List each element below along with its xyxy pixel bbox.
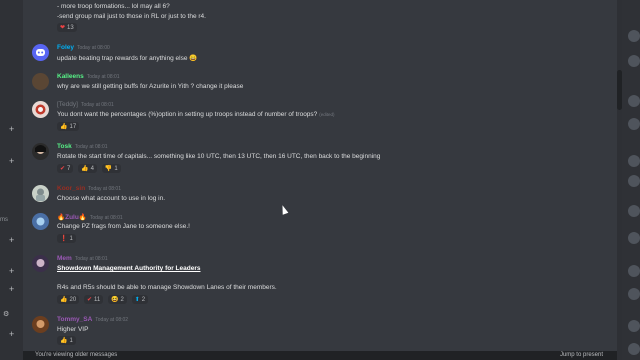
avatar-image — [36, 217, 45, 226]
thumbs-up-icon: 👍 — [60, 297, 68, 303]
reactions: 👍 1 — [57, 336, 79, 345]
member-avatar[interactable] — [628, 95, 640, 107]
reactions: ❗ 1 — [57, 234, 79, 243]
add-icon[interactable]: + — [9, 285, 14, 294]
member-avatar[interactable] — [628, 288, 640, 300]
reaction-chip[interactable]: 👍 20 — [57, 295, 80, 304]
message-text: Higher VIP — [57, 326, 89, 333]
member-avatar[interactable] — [628, 175, 640, 187]
message-text: -send group mail just to those in RL or … — [57, 13, 206, 20]
member-avatar[interactable] — [628, 232, 640, 244]
avatar[interactable] — [32, 143, 49, 160]
timestamp: Today at 08:01 — [74, 144, 108, 150]
reaction-chip[interactable]: ❗ 1 — [57, 234, 76, 243]
member-avatar[interactable] — [628, 205, 640, 217]
avatar-image — [35, 104, 46, 115]
member-avatar[interactable] — [628, 265, 640, 277]
avatar[interactable] — [32, 185, 49, 202]
add-icon[interactable]: + — [9, 267, 14, 276]
jump-to-present-button[interactable]: Jump to present — [560, 352, 603, 358]
username[interactable]: Kalleens — [57, 73, 84, 80]
username[interactable]: Tosk — [57, 143, 72, 150]
avatar[interactable] — [32, 101, 49, 118]
reaction-chip[interactable]: 😆 2 — [108, 295, 127, 304]
username[interactable]: Tommy_SA — [57, 316, 92, 323]
thumbs-up-icon: 👍 — [60, 124, 68, 130]
add-icon[interactable]: + — [9, 125, 14, 134]
server-sidebar: + + ms + + + ⚙ + — [0, 0, 23, 360]
timestamp: Today at 08:01 — [88, 186, 121, 192]
avatar-image — [36, 320, 45, 328]
avatar-image — [36, 188, 45, 201]
reactions: 👍 20 ✔ 11 😆 2 ⬆ 2 — [57, 295, 151, 304]
up-arrow-icon: ⬆ — [134, 297, 140, 303]
reaction-chip[interactable]: ✔ 7 — [57, 164, 74, 173]
timestamp: Today at 08:01 — [74, 256, 108, 262]
check-icon: ✔ — [86, 297, 93, 303]
reaction-chip[interactable]: 👍 17 — [57, 122, 80, 131]
avatar-image — [35, 145, 46, 154]
avatar[interactable] — [32, 213, 49, 230]
exclamation-icon: ❗ — [60, 236, 68, 242]
timestamp: Today at 08:00 — [76, 45, 110, 51]
message-text: Rotate the start time of capitals... som… — [57, 153, 381, 160]
older-messages-bar: You're viewing older messages Jump to pr… — [23, 351, 617, 360]
timestamp: Today at 08:02 — [95, 317, 129, 323]
edited-label: (edited) — [319, 112, 335, 117]
discord-logo-icon — [36, 49, 45, 56]
message-heading: Showdown Management Authority for Leader… — [57, 265, 201, 272]
reactions: ✔ 7 👍 4 👎 1 — [57, 164, 124, 173]
heart-icon: ❤ — [60, 25, 66, 31]
message-text: Change PZ frags from Jane to someone els… — [57, 223, 190, 230]
message-text: update beating trap rewards for anything… — [57, 55, 198, 62]
reaction-chip[interactable]: ⬆ 2 — [131, 295, 149, 304]
reaction-chip[interactable]: 👎 1 — [101, 164, 121, 173]
thumbs-up-icon: 👍 — [81, 166, 89, 172]
member-list — [622, 0, 640, 360]
add-icon[interactable]: + — [9, 236, 14, 245]
message-text: Choose what account to use in log in. — [57, 195, 166, 202]
reactions: 👍 17 — [57, 122, 82, 131]
username[interactable]: [Teddy] — [57, 101, 78, 108]
member-avatar[interactable] — [628, 320, 640, 332]
member-avatar[interactable] — [628, 155, 640, 167]
message-text: why are we still getting buffs for Azuri… — [57, 83, 244, 90]
username[interactable]: Koor_sin — [57, 185, 85, 192]
avatar-image — [36, 259, 45, 267]
member-avatar[interactable] — [628, 343, 640, 355]
add-icon[interactable]: + — [9, 157, 14, 166]
member-avatar[interactable] — [628, 118, 640, 130]
reaction-chip[interactable]: ✔ 11 — [83, 295, 104, 304]
sidebar-fragment-text: ms — [0, 217, 8, 223]
timestamp: Today at 08:01 — [89, 215, 123, 221]
avatar[interactable] — [32, 44, 49, 61]
timestamp: Today at 08:01 — [86, 74, 120, 80]
reaction-chip[interactable]: 👍 4 — [78, 164, 98, 173]
reaction-chip[interactable]: 👍 1 — [57, 336, 76, 345]
settings-icon[interactable]: ⚙ — [3, 310, 9, 319]
avatar[interactable] — [32, 316, 49, 333]
username[interactable]: Foley — [57, 44, 74, 51]
add-icon[interactable]: + — [9, 330, 14, 339]
username[interactable]: 🔥Zulu🔥 — [57, 214, 87, 221]
message-feed: - more troop formations... lol may all 6… — [23, 0, 617, 360]
timestamp: Today at 08:01 — [80, 102, 114, 108]
message-text: - more troop formations... lol may all 6… — [57, 3, 170, 10]
member-avatar[interactable] — [628, 30, 640, 42]
message-body: You dont want the percentages (%)option … — [57, 111, 318, 118]
laughing-icon: 😆 — [111, 297, 119, 303]
reaction-chip[interactable]: ❤ 13 — [57, 23, 77, 32]
older-messages-text: You're viewing older messages — [35, 352, 118, 358]
thumbs-up-icon: 👍 — [60, 338, 68, 344]
thumbs-down-icon: 👎 — [104, 166, 113, 172]
member-avatar[interactable] — [628, 55, 640, 67]
reactions: ❤ 13 — [57, 23, 80, 32]
message-text: R4s and R5s should be able to manage Sho… — [57, 284, 277, 291]
avatar[interactable] — [32, 255, 49, 272]
check-icon: ✔ — [60, 166, 66, 172]
avatar[interactable] — [32, 73, 49, 90]
username[interactable]: Mem — [57, 255, 72, 262]
message-text: You dont want the percentages (%)option … — [57, 111, 335, 118]
